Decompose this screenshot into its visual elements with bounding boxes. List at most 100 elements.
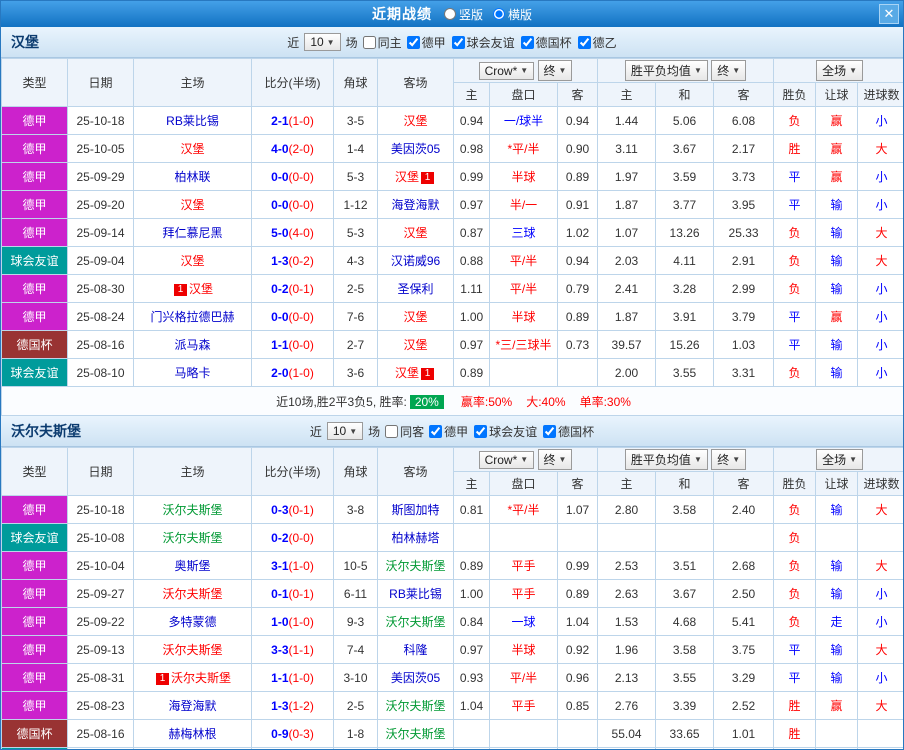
league-checkbox[interactable] — [474, 425, 487, 438]
league-filter-德乙[interactable]: 德乙 — [578, 34, 617, 51]
match-type: 德甲 — [2, 191, 68, 219]
corner-count: 1-8 — [334, 720, 378, 748]
match-type: 球会友谊 — [2, 359, 68, 387]
match-scope-dropdown[interactable]: 全场▼ — [816, 449, 863, 470]
league-filter-球会友谊[interactable]: 球会友谊 — [452, 34, 515, 51]
match-date: 25-09-14 — [68, 219, 134, 247]
avg-group-header: 胜平负均值▼ 终▼ — [598, 448, 774, 472]
avg-home-odds: 2.13 — [598, 664, 656, 692]
same-side-checkbox[interactable] — [385, 425, 398, 438]
result: 负 — [774, 275, 816, 303]
league-filter-德国杯[interactable]: 德国杯 — [521, 34, 572, 51]
full-time-score: 0-1 — [271, 587, 288, 601]
match-row: 德国杯25-08-16派马森1-1(0-0)2-7汉堡0.97*三/三球半0.7… — [2, 331, 904, 359]
avg-away-odds: 3.79 — [714, 303, 774, 331]
half-time-score: (0-0) — [289, 531, 314, 545]
match-count-dropdown[interactable]: 10▼ — [304, 33, 340, 51]
handicap-result — [816, 720, 858, 748]
avg-home-odds — [598, 524, 656, 552]
home-team: 拜仁慕尼黑 — [134, 219, 252, 247]
avg-home-odds: 2.41 — [598, 275, 656, 303]
same-side-filter[interactable]: 同客 — [385, 423, 424, 440]
away-odds: 1.02 — [558, 219, 598, 247]
corner-count: 9-3 — [334, 608, 378, 636]
col-header-odds-away: 客 — [558, 472, 598, 496]
league-checkbox[interactable] — [521, 36, 534, 49]
half-time-score: (0-2) — [289, 254, 314, 268]
handicap-result: 赢 — [816, 163, 858, 191]
league-checkbox[interactable] — [429, 425, 442, 438]
result: 胜 — [774, 720, 816, 748]
league-checkbox[interactable] — [407, 36, 420, 49]
half-time-score: (1-2) — [289, 699, 314, 713]
avg-home-odds: 1.44 — [598, 107, 656, 135]
team-name-text: 汉堡 — [395, 170, 419, 184]
home-team: 门兴格拉德巴赫 — [134, 303, 252, 331]
odds-source-dropdown[interactable]: Crow*▼ — [479, 451, 535, 469]
handicap-result: 输 — [816, 191, 858, 219]
goals-result: 大 — [858, 692, 904, 720]
half-time-score: (1-0) — [289, 559, 314, 573]
avg-final-dropdown[interactable]: 终▼ — [711, 60, 746, 81]
away-odds: 0.94 — [558, 107, 598, 135]
full-time-score: 1-3 — [271, 699, 288, 713]
chevron-down-icon: ▼ — [559, 455, 567, 464]
team-name-text: 派马森 — [174, 338, 210, 352]
horizontal-layout-radio[interactable] — [493, 8, 505, 20]
league-filter-德国杯[interactable]: 德国杯 — [543, 423, 594, 440]
avg-odds-dropdown[interactable]: 胜平负均值▼ — [625, 449, 708, 470]
layout-option-vertical[interactable]: 竖版 — [444, 6, 483, 23]
result: 平 — [774, 303, 816, 331]
near-label: 近 — [287, 34, 299, 51]
away-team: 汉诺威96 — [378, 247, 454, 275]
odds-final-dropdown[interactable]: 终▼ — [538, 60, 573, 81]
handicap-line: *平/半 — [490, 135, 558, 163]
match-type: 德甲 — [2, 303, 68, 331]
team-name-text: 沃尔夫斯堡 — [162, 643, 222, 657]
goals-result: 小 — [858, 303, 904, 331]
chevron-down-icon: ▼ — [732, 66, 740, 75]
filter-bar: 近 10▼ 场 同主 德甲 球会友谊德国杯 德乙 — [287, 33, 616, 51]
league-filter-label: 球会友谊 — [467, 34, 515, 51]
league-checkbox[interactable] — [578, 36, 591, 49]
avg-odds-dropdown[interactable]: 胜平负均值▼ — [625, 60, 708, 81]
avg-home-odds: 1.53 — [598, 608, 656, 636]
match-row: 球会友谊25-10-08沃尔夫斯堡0-2(0-0)柏林赫塔负 — [2, 524, 904, 552]
goals-result: 大 — [858, 135, 904, 163]
home-odds: 0.93 — [454, 664, 490, 692]
away-odds: 0.79 — [558, 275, 598, 303]
team-name-text: 门兴格拉德巴赫 — [150, 310, 234, 324]
same-side-checkbox[interactable] — [363, 36, 376, 49]
same-side-filter[interactable]: 同主 — [363, 34, 402, 51]
avg-draw-odds: 3.77 — [656, 191, 714, 219]
goals-result: 小 — [858, 275, 904, 303]
match-row: 德国杯25-08-16赫梅林根0-9(0-3)1-8沃尔夫斯堡55.0433.6… — [2, 720, 904, 748]
layout-option-horizontal[interactable]: 横版 — [493, 6, 532, 23]
close-icon[interactable]: ✕ — [879, 4, 899, 24]
matches-label: 场 — [346, 34, 358, 51]
league-filter-label: 德乙 — [593, 34, 617, 51]
match-score: 0-2(0-0) — [252, 524, 334, 552]
handicap-line: 平手 — [490, 692, 558, 720]
league-filter-球会友谊[interactable]: 球会友谊 — [474, 423, 537, 440]
handicap-result — [816, 524, 858, 552]
half-time-score: (1-0) — [289, 366, 314, 380]
league-filter-德甲[interactable]: 德甲 — [429, 423, 468, 440]
result: 负 — [774, 219, 816, 247]
league-filter-德甲[interactable]: 德甲 — [407, 34, 446, 51]
odds-final-dropdown[interactable]: 终▼ — [538, 449, 573, 470]
vertical-layout-radio[interactable] — [444, 8, 456, 20]
odds-source-dropdown[interactable]: Crow*▼ — [479, 62, 535, 80]
avg-final-dropdown[interactable]: 终▼ — [711, 449, 746, 470]
handicap-line: 平手 — [490, 552, 558, 580]
match-date: 25-10-05 — [68, 135, 134, 163]
away-team: 科隆 — [378, 636, 454, 664]
col-header-avg-home: 主 — [598, 472, 656, 496]
match-scope-dropdown[interactable]: 全场▼ — [816, 60, 863, 81]
match-count-dropdown[interactable]: 10▼ — [327, 422, 363, 440]
match-score: 0-0(0-0) — [252, 191, 334, 219]
goals-result: 大 — [858, 496, 904, 524]
league-checkbox[interactable] — [452, 36, 465, 49]
team-name-text: 斯图加特 — [391, 503, 439, 517]
league-checkbox[interactable] — [543, 425, 556, 438]
